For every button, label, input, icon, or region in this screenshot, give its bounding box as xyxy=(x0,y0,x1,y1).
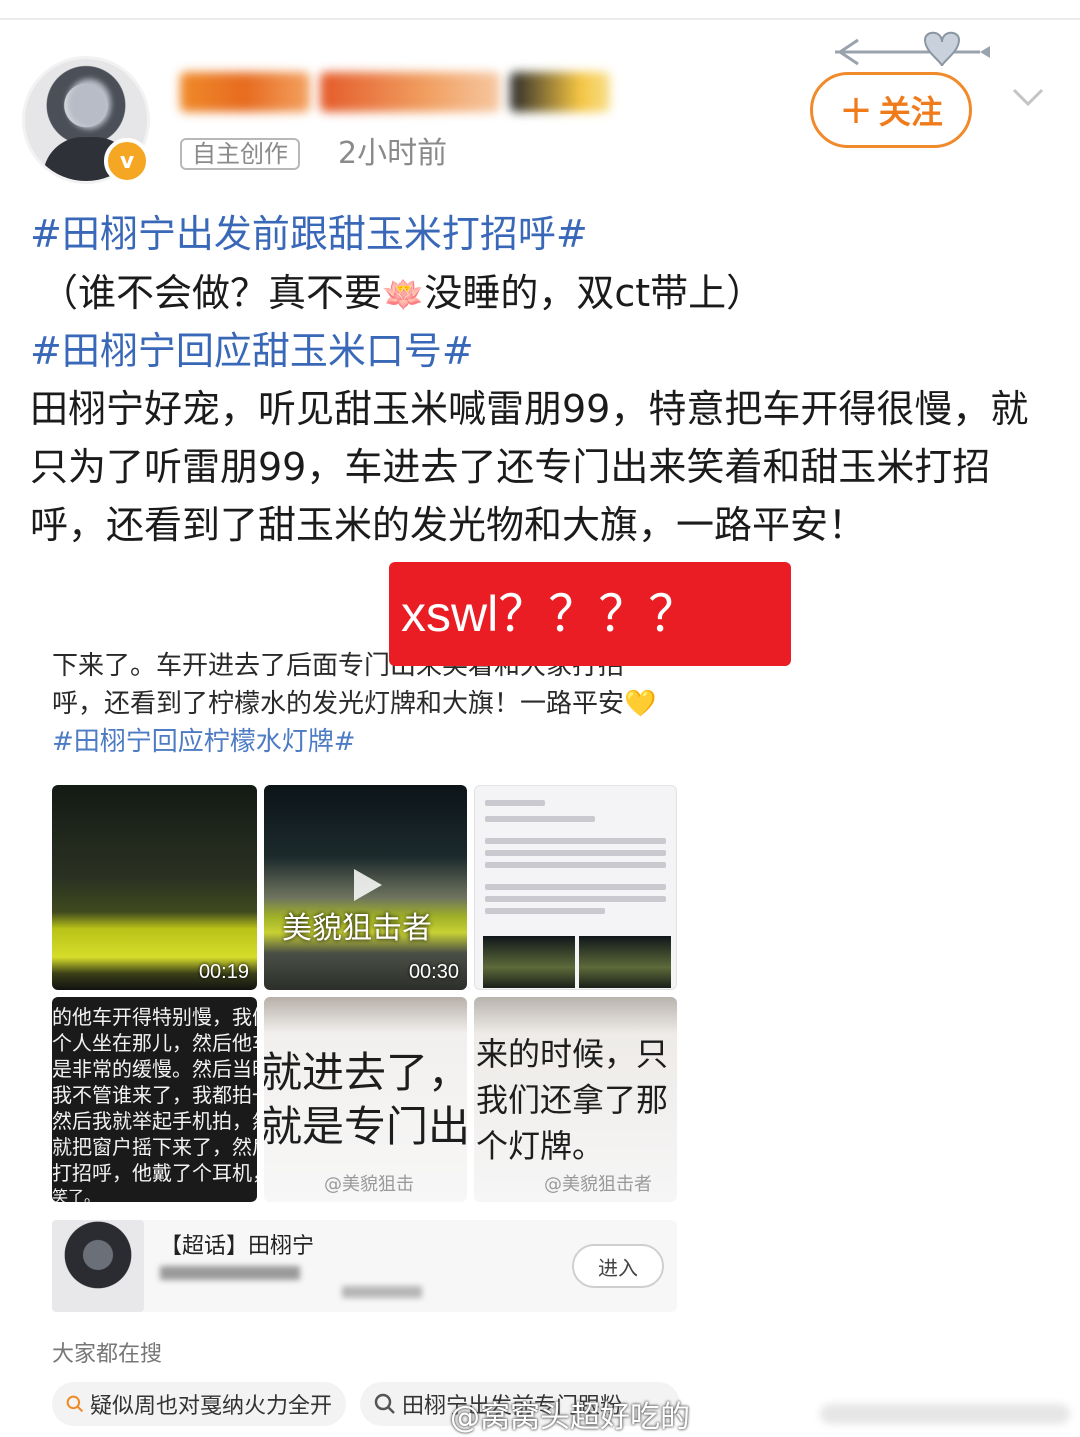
search-icon xyxy=(374,1393,395,1414)
lotus-emoji-icon: 🪷 xyxy=(382,275,425,315)
play-icon xyxy=(354,869,382,901)
hashtag-topic-2[interactable]: #田栩宁回应甜玉米口号# xyxy=(30,322,1050,380)
image-watermark: @美貌狙击者 xyxy=(544,1174,652,1195)
image-watermark: @美貌狙击 xyxy=(324,1174,414,1195)
video-duration: 00:30 xyxy=(408,961,459,983)
image-thumbnail-4[interactable]: 的他车开得特别慢，我们看着 个人坐在那儿，然后他车开得 是非常的缓慢。然后当时我… xyxy=(52,997,257,1202)
post-text-line-2: （谁不会做？真不要🪷没睡的，双ct带上） xyxy=(30,264,1050,324)
post-time: 2小时前 xyxy=(338,136,448,171)
username-blurred[interactable] xyxy=(180,66,610,118)
image-thumbnail-3[interactable] xyxy=(474,785,677,990)
enter-button[interactable]: 进入 xyxy=(572,1244,664,1288)
chevron-down-icon[interactable] xyxy=(1010,78,1046,114)
search-icon xyxy=(66,1395,84,1413)
decoration-arrow-heart-icon xyxy=(835,31,990,67)
follow-button[interactable]: + 关注 xyxy=(810,72,972,148)
video-duration: 00:19 xyxy=(198,961,249,983)
yellow-heart-icon: 💛 xyxy=(624,689,657,719)
original-content-badge: 自主创作 xyxy=(180,138,300,170)
video-thumbnail-2[interactable]: 美貌狙击者 00:30 xyxy=(264,785,467,990)
post-body: 田栩宁好宠，听见甜玉米喊雷朋99，特意把车开得很慢，就只为了听雷朋99，车进去了… xyxy=(30,387,1029,547)
embed-hashtag[interactable]: #田栩宁回应柠檬水灯牌# xyxy=(52,722,692,762)
page-watermark: @窝窝头超好吃的 xyxy=(450,1400,690,1435)
super-topic-card[interactable]: 【超话】田栩宁 进入 xyxy=(52,1220,677,1312)
annotation-label: xswl？？？？ xyxy=(389,562,791,666)
follow-label: 关注 xyxy=(878,93,943,131)
embedded-screenshot[interactable]: 下来了。车开进去了后面专门出来笑着和大家打招 呼，还看到了柠檬水的发光灯牌和大旗… xyxy=(30,640,690,1430)
super-topic-title: 【超话】田栩宁 xyxy=(160,1234,315,1259)
embed-text-line-2: 呼，还看到了柠檬水的发光灯牌和大旗！一路平安💛 xyxy=(52,689,657,719)
trending-search-heading: 大家都在搜 xyxy=(52,1342,163,1367)
topic-avatar xyxy=(52,1220,144,1312)
video-thumbnail-1[interactable]: 00:19 xyxy=(52,785,257,990)
trending-search-tag-1[interactable]: 疑似周也对戛纳火力全开 xyxy=(52,1382,346,1426)
image-thumbnail-6[interactable]: 来的时候，只 我们还拿了那 个灯牌。 @美貌狙击者 xyxy=(474,997,677,1202)
image-thumbnail-5[interactable]: 就进去了，开 就是专门出来 @美貌狙击 xyxy=(264,997,467,1202)
video-watermark: 美貌狙击者 xyxy=(282,911,432,946)
hashtag-topic-1[interactable]: #田栩宁出发前跟甜玉米打招呼# xyxy=(30,205,1050,263)
verified-badge-icon: v xyxy=(104,138,150,184)
